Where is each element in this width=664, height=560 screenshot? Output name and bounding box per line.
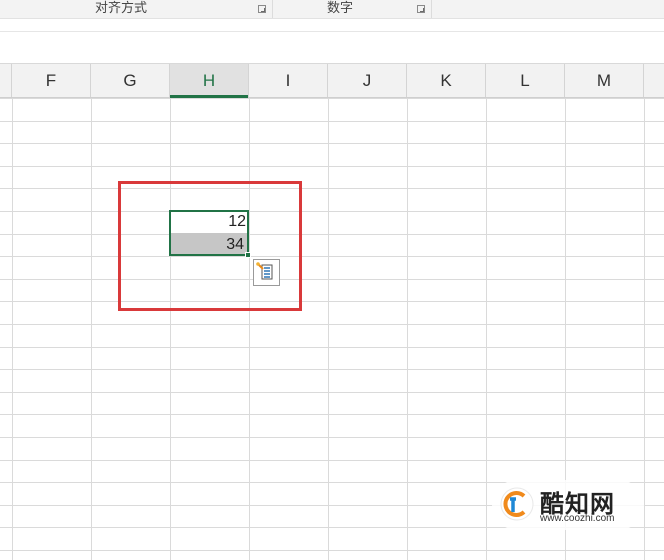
column-header-g[interactable]: G	[91, 64, 170, 97]
grid-row-line	[0, 550, 664, 551]
formula-bar-divider	[0, 31, 664, 32]
column-header-f[interactable]: F	[12, 64, 91, 97]
grid-column-line	[644, 98, 645, 560]
grid-row-line	[0, 460, 664, 461]
fill-handle[interactable]	[245, 252, 251, 258]
grid-column-line	[12, 98, 13, 560]
cell-h-value-2[interactable]: 34	[171, 233, 247, 254]
grid-row-line	[0, 437, 664, 438]
column-header-row: F G H I J K L M	[0, 64, 664, 98]
autofill-options-icon	[256, 262, 273, 280]
ribbon-groups-strip: 对齐方式 数字	[0, 0, 664, 19]
autofill-options-button[interactable]	[253, 259, 280, 286]
column-header-partial[interactable]	[644, 64, 664, 97]
watermark-badge: 酷知网 www.coozhi.com	[492, 480, 644, 530]
grid-row-line	[0, 211, 664, 212]
alignment-dialog-launcher-icon[interactable]	[258, 5, 266, 13]
ribbon-separator	[431, 0, 432, 18]
column-header-h[interactable]: H	[170, 64, 249, 98]
cell-h-value-1[interactable]: 12	[170, 210, 249, 232]
grid-row-line	[0, 301, 664, 302]
grid-row-line	[0, 166, 664, 167]
ribbon-separator	[272, 0, 273, 18]
grid-column-line	[91, 98, 92, 560]
number-dialog-launcher-icon[interactable]	[417, 5, 425, 13]
grid-row-line	[0, 347, 664, 348]
column-header-j[interactable]: J	[328, 64, 407, 97]
grid-row-line	[0, 369, 664, 370]
grid-row-line	[0, 414, 664, 415]
grid-row-line	[0, 256, 664, 257]
grid-column-line	[328, 98, 329, 560]
watermark-url: www.coozhi.com	[540, 513, 615, 524]
grid-row-line	[0, 279, 664, 280]
grid-column-line	[170, 98, 171, 560]
grid-row-line	[0, 143, 664, 144]
column-header-l[interactable]: L	[486, 64, 565, 97]
grid-row-line	[0, 324, 664, 325]
grid-row-line	[0, 121, 664, 122]
ribbon-group-alignment-label: 对齐方式	[95, 0, 148, 15]
column-header-k[interactable]: K	[407, 64, 486, 97]
formula-bar[interactable]	[0, 19, 664, 64]
grid-column-line	[249, 98, 250, 560]
grid-row-line	[0, 188, 664, 189]
grid-row-line	[0, 98, 664, 99]
ribbon-group-number-label: 数字	[327, 0, 354, 15]
column-header-partial[interactable]	[0, 64, 12, 97]
grid-row-line	[0, 392, 664, 393]
grid-column-line	[486, 98, 487, 560]
grid-row-line	[0, 234, 664, 235]
column-header-i[interactable]: I	[249, 64, 328, 97]
column-header-m[interactable]: M	[565, 64, 644, 97]
coozhi-logo-icon	[500, 487, 534, 521]
grid-column-line	[407, 98, 408, 560]
